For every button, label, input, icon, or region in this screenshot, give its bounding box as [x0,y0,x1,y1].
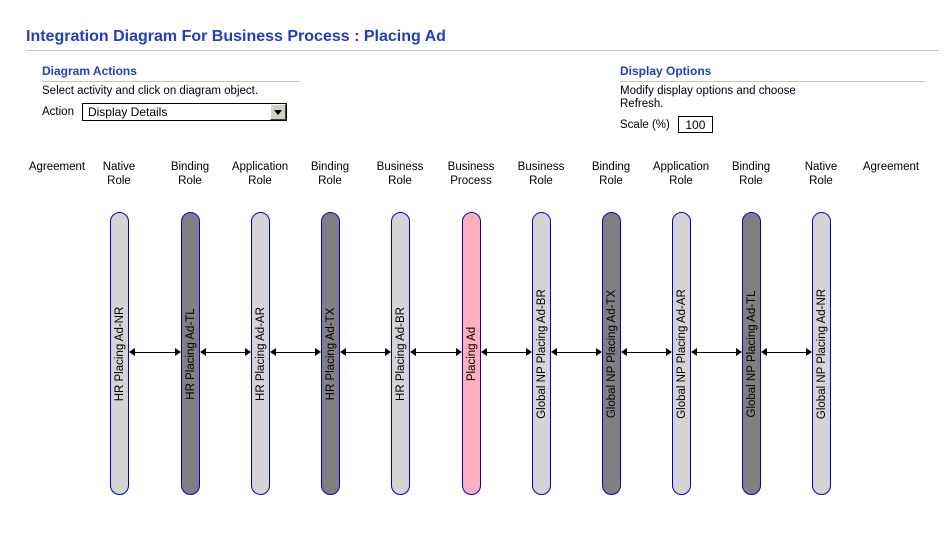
diagram-actions-description: Select activity and click on diagram obj… [42,85,259,97]
diagram-lane-label: HR Placing Ad-TX [324,307,337,400]
diagram-lane[interactable]: HR Placing Ad-NR [110,212,129,495]
lane-connector-arrow [621,348,672,357]
lane-connector-arrow [481,348,532,357]
page-title: Integration Diagram For Business Process… [26,28,446,45]
scale-input[interactable] [677,116,713,133]
chevron-down-icon[interactable] [269,104,286,120]
title-divider [26,50,939,51]
column-header: Agreement [862,161,920,173]
diagram-lane[interactable]: HR Placing Ad-AR [251,212,270,495]
diagram-lane[interactable]: Global NP Placing Ad-NR [812,212,831,495]
diagram-lane[interactable]: Global NP Placing Ad-BR [532,212,551,495]
lane-connector-arrow [761,348,812,357]
action-label: Action [42,106,74,118]
diagram-lane[interactable]: Global NP Placing Ad-TX [602,212,621,495]
diagram-lane-label: HR Placing Ad-TL [184,307,197,400]
diagram-lane-label: HR Placing Ad-BR [394,306,407,401]
diagram-actions-panel: Diagram Actions Select activity and clic… [42,64,300,121]
lane-connector-arrow [270,348,321,357]
diagram-lane-label: Global NP Placing Ad-AR [675,288,688,419]
scale-label: Scale (%) [620,118,670,131]
action-field-row: Action Display Details [42,103,300,121]
lane-connector-arrow [129,348,181,357]
lane-connector-arrow [340,348,391,357]
diagram-lane[interactable]: Global NP Placing Ad-TL [742,212,761,495]
scale-field-row: Scale (%) [620,116,925,133]
diagram-actions-heading: Diagram Actions [42,64,137,78]
diagram-lane-label: Global NP Placing Ad-NR [815,288,828,419]
diagram-actions-divider [42,81,300,82]
diagram-lane[interactable]: Placing Ad [462,212,481,495]
lane-connector-arrow [410,348,462,357]
action-select[interactable]: Display Details [81,103,287,121]
display-options-heading: Display Options [620,64,712,78]
lane-connector-arrow [691,348,742,357]
diagram-lane-label: Global NP Placing Ad-BR [535,288,548,419]
diagram-lane-label: Placing Ad [465,326,478,381]
display-options-divider [620,81,925,82]
diagram-lane-label: HR Placing Ad-NR [113,306,126,401]
lane-connector-arrow [200,348,251,357]
diagram-lane-label: HR Placing Ad-AR [254,306,267,401]
display-options-panel: Display Options Modify display options a… [620,64,925,133]
diagram-lane-label: Global NP Placing Ad-TL [745,290,758,417]
lane-connector-arrow [551,348,602,357]
diagram-lane[interactable]: HR Placing Ad-BR [391,212,410,495]
diagram-lane[interactable]: HR Placing Ad-TX [321,212,340,495]
action-select-value: Display Details [87,105,168,119]
diagram-lane-label: Global NP Placing Ad-TX [605,289,618,418]
diagram-lane[interactable]: Global NP Placing Ad-AR [672,212,691,495]
diagram-lane[interactable]: HR Placing Ad-TL [181,212,200,495]
integration-diagram[interactable]: Agreement Native Role Binding Role Applicat… [0,160,950,505]
display-options-description: Modify display options and choose Refres… [620,85,796,110]
